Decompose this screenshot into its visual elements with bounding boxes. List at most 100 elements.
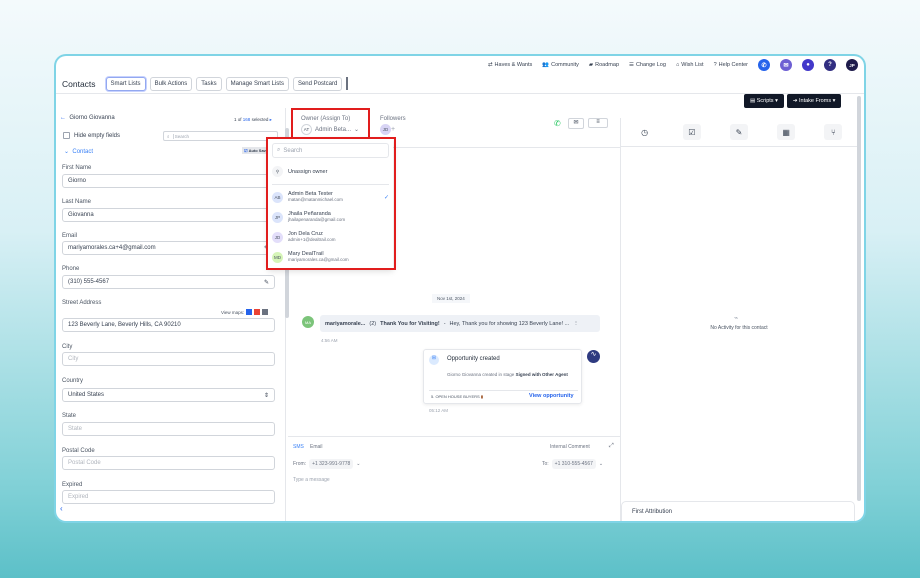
field-search-input[interactable]: ⌕ Search bbox=[163, 131, 278, 141]
filter-icon[interactable]: ≡ bbox=[588, 118, 608, 128]
street-view-icon[interactable] bbox=[262, 309, 269, 315]
email-input[interactable]: mariyamorales.ca+4@gmail.com ✎ bbox=[62, 241, 275, 255]
state-input[interactable]: State bbox=[62, 422, 275, 436]
opportunity-title: Opportunity created bbox=[447, 356, 500, 362]
nav-label: Haves & Wants bbox=[494, 62, 533, 68]
nav-help-center[interactable]: ? Help Center bbox=[714, 62, 748, 68]
checkbox[interactable] bbox=[63, 132, 70, 139]
email-icon[interactable]: ✉ bbox=[568, 118, 584, 129]
tab-email[interactable]: Email bbox=[310, 444, 323, 450]
tab-tasks[interactable]: Tasks bbox=[196, 76, 222, 91]
select-arrows-icon: ⇕ bbox=[263, 392, 269, 399]
city-input[interactable]: City bbox=[62, 352, 275, 366]
scripts-button[interactable]: ▤ Scripts ▾ bbox=[744, 94, 784, 108]
divider bbox=[429, 390, 578, 391]
tab-manage-smart-lists[interactable]: Manage Smart Lists bbox=[225, 76, 289, 91]
hide-empty-label: Hide empty fields bbox=[74, 132, 121, 139]
value: Giorno bbox=[68, 178, 87, 184]
activity-icon: ∿ bbox=[587, 350, 600, 363]
clock-icon[interactable]: ◷ bbox=[635, 124, 654, 140]
tab-send-postcard[interactable]: Send Postcard bbox=[292, 76, 343, 91]
chevron-down-icon: ⌄ bbox=[356, 461, 361, 467]
nav-label: Wish List bbox=[681, 62, 704, 68]
placeholder: State bbox=[68, 426, 83, 432]
call-icon[interactable]: ✆ bbox=[554, 119, 561, 128]
placeholder: City bbox=[68, 356, 79, 362]
phone-icon[interactable]: ✆ bbox=[758, 59, 770, 71]
task-icon[interactable]: ☑ bbox=[682, 124, 701, 140]
divider bbox=[346, 77, 349, 90]
nav-wish-list[interactable]: ⌂ Wish List bbox=[676, 62, 704, 68]
calendar-icon[interactable]: ▦ bbox=[777, 124, 796, 140]
message-input[interactable]: Type a message bbox=[293, 477, 330, 483]
workflow-icon[interactable]: ⑂ bbox=[824, 124, 843, 140]
postal-input[interactable]: Postal Code bbox=[62, 456, 275, 470]
next-icon[interactable]: ▸ bbox=[270, 117, 272, 122]
scripts-label: Scripts bbox=[756, 98, 774, 104]
hide-empty-toggle[interactable]: Hide empty fields bbox=[63, 132, 120, 139]
total-link[interactable]: 168 bbox=[243, 117, 251, 122]
subject: Thank You for Visiting! bbox=[380, 320, 440, 327]
chevron-down-icon: ⌄ bbox=[598, 461, 604, 467]
expand-icon[interactable]: ⤢ bbox=[609, 443, 614, 450]
value: (310) 555-4567 bbox=[68, 279, 110, 285]
nav-community[interactable]: 👥 Community bbox=[542, 62, 579, 68]
more-icon[interactable]: ⋮ bbox=[573, 321, 579, 327]
top-nav: ⇄ Haves & Wants 👥 Community ▰ Roadmap ☰ … bbox=[56, 56, 864, 74]
record-position: 1 of 168 selected ▸ bbox=[234, 117, 272, 123]
stage: Signed with Other Agent bbox=[515, 372, 568, 377]
help-icon[interactable]: ? bbox=[824, 59, 836, 71]
to-label: To: bbox=[542, 461, 549, 467]
pipeline-label: 5. OPEN HOUSE BUYERS bbox=[431, 394, 480, 399]
search-icon: ⌕ bbox=[164, 133, 174, 139]
scrollbar[interactable] bbox=[857, 96, 861, 501]
to-select[interactable]: To: +1 310-555-4567 ⌄ bbox=[542, 459, 603, 469]
page-header: Contacts Smart Lists Bulk Actions Tasks … bbox=[56, 74, 864, 94]
view-opportunity-link[interactable]: View opportunity bbox=[529, 393, 574, 399]
tab-bulk-actions[interactable]: Bulk Actions bbox=[149, 76, 193, 91]
nav-roadmap[interactable]: ▰ Roadmap bbox=[589, 62, 619, 68]
opportunity-text: Giorno Giovanna created in stage Signed … bbox=[447, 371, 577, 378]
pencil-icon[interactable]: ✎ bbox=[264, 279, 269, 286]
expired-input[interactable]: Expired bbox=[62, 490, 275, 504]
intake-forms-button[interactable]: ➔ Intake Froms ▾ bbox=[786, 94, 842, 108]
view-maps: View maps: bbox=[221, 309, 269, 315]
opportunity-time: 05:12 AM bbox=[429, 408, 449, 413]
postal-label: Postal Code bbox=[62, 448, 95, 454]
first-attribution-section[interactable]: First Attribution bbox=[621, 501, 855, 521]
followers[interactable]: JD + bbox=[380, 124, 395, 135]
user-avatar[interactable]: JP bbox=[846, 59, 858, 71]
city-label: City bbox=[62, 344, 73, 350]
tab-sms[interactable]: SMS bbox=[293, 444, 304, 450]
tab-smart-lists[interactable]: Smart Lists bbox=[105, 76, 146, 91]
megaphone-icon[interactable]: ✉ bbox=[780, 59, 792, 71]
add-follower-icon[interactable]: + bbox=[391, 126, 395, 133]
nav-haves-wants[interactable]: ⇄ Haves & Wants bbox=[488, 62, 532, 68]
page-title: Contacts bbox=[62, 78, 96, 89]
followers-label: Followers bbox=[380, 116, 406, 122]
nav-change-log[interactable]: ☰ Change Log bbox=[629, 62, 666, 68]
google-maps-icon[interactable] bbox=[254, 309, 261, 315]
door-icon: ▮ bbox=[480, 394, 484, 399]
nav-label: Roadmap bbox=[595, 62, 620, 68]
internal-comment-tab[interactable]: Internal Comment bbox=[550, 444, 590, 450]
street-input[interactable]: 123 Beverly Lane, Beverly Hills, CA 9021… bbox=[62, 318, 275, 332]
country-select[interactable]: United States ⇕ bbox=[62, 388, 275, 402]
phone-input[interactable]: (310) 555-4567 ✎ bbox=[62, 275, 275, 289]
message-bubble[interactable]: mariyamorale... (2) Thank You for Visiting… bbox=[320, 315, 600, 332]
position-prefix: 1 of bbox=[234, 117, 242, 122]
highlight-dropdown bbox=[266, 137, 396, 270]
note-icon[interactable]: ✎ bbox=[729, 124, 748, 140]
contact-section-toggle[interactable]: ⌄ Contact bbox=[64, 148, 93, 155]
collapse-icon[interactable]: ‹ bbox=[60, 504, 63, 513]
value: United States bbox=[68, 392, 105, 398]
from-select[interactable]: From: +1 323-991-9778 ⌄ bbox=[293, 459, 361, 469]
first-name-input[interactable]: Giorno bbox=[62, 174, 275, 188]
count: (2) bbox=[369, 320, 377, 327]
last-name-input[interactable]: Giovanna bbox=[62, 208, 275, 222]
apple-maps-icon[interactable] bbox=[246, 309, 253, 315]
back-to-list[interactable]: ← Giorno Giovanna bbox=[60, 115, 115, 121]
nav-label: Community bbox=[551, 62, 579, 68]
divider bbox=[621, 146, 857, 147]
bell-icon[interactable]: ● bbox=[802, 59, 814, 71]
